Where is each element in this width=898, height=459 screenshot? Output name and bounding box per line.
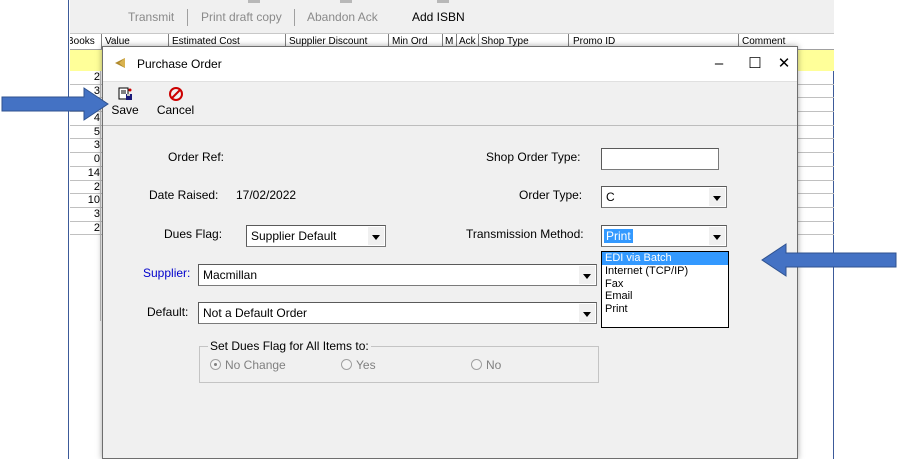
dues-flag-groupbox: Set Dues Flag for All Items to: No Chang…	[199, 339, 599, 383]
dialog-toolbar: Save Cancel	[103, 81, 797, 126]
toolbar-icon-fragment	[437, 0, 449, 3]
dialog-titlebar[interactable]: Purchase Order – ☐ ✕	[103, 47, 797, 81]
save-label: Save	[111, 103, 139, 117]
radio-no[interactable]: No	[471, 358, 501, 372]
dues-flag-value: Supplier Default	[251, 229, 337, 243]
radio-yes[interactable]: Yes	[341, 358, 376, 372]
toolbar-separator	[294, 9, 295, 26]
add-isbn-button[interactable]: Add ISBN	[412, 10, 465, 24]
supplier-label[interactable]: Supplier:	[143, 266, 190, 280]
cancel-button[interactable]: Cancel	[148, 86, 203, 124]
dropdown-option-edi-via-batch[interactable]: EDI via Batch	[602, 252, 728, 265]
column-header-books[interactable]: Books	[70, 36, 95, 47]
dues-flag-select[interactable]: Supplier Default	[246, 225, 386, 247]
dues-flag-label: Dues Flag:	[164, 227, 223, 241]
dropdown-option-print[interactable]: Print	[602, 303, 728, 316]
close-button[interactable]: ✕	[769, 51, 799, 77]
abandon-ack-button[interactable]: Abandon Ack	[307, 10, 378, 24]
save-icon	[118, 87, 132, 100]
cancel-icon	[168, 87, 183, 101]
default-value: Not a Default Order	[203, 306, 308, 320]
chevron-down-icon[interactable]	[709, 188, 725, 206]
default-select[interactable]: Not a Default Order	[198, 302, 597, 324]
transmission-method-label: Transmission Method:	[466, 227, 584, 241]
dialog-title: Purchase Order	[137, 57, 222, 71]
transmission-method-value: Print	[604, 229, 633, 243]
back-arrow-icon	[115, 58, 125, 68]
chevron-down-icon[interactable]	[579, 266, 595, 284]
books-cell: 14	[87, 166, 100, 179]
default-label: Default:	[147, 305, 189, 319]
shop-order-type-label: Shop Order Type:	[486, 150, 581, 164]
chevron-down-icon[interactable]	[579, 304, 595, 322]
order-type-select[interactable]: C	[601, 186, 727, 208]
radio-label: No	[486, 358, 502, 372]
dropdown-option-fax[interactable]: Fax	[602, 278, 728, 291]
shop-order-type-input[interactable]	[601, 148, 719, 170]
transmission-method-dropdown: EDI via Batch Internet (TCP/IP) Fax Emai…	[601, 251, 729, 328]
date-raised-label: Date Raised:	[149, 188, 219, 202]
toolbar-separator	[187, 9, 188, 26]
annotation-arrow-left-icon	[761, 243, 897, 277]
save-button[interactable]: Save	[106, 86, 144, 124]
toolbar-icon-fragment	[340, 0, 352, 3]
supplier-select[interactable]: Macmillan	[198, 264, 597, 286]
print-draft-copy-button[interactable]: Print draft copy	[201, 10, 282, 24]
radio-icon	[471, 359, 482, 370]
groupbox-legend: Set Dues Flag for All Items to:	[208, 339, 371, 353]
radio-no-change[interactable]: No Change	[210, 358, 286, 372]
annotation-arrow-right-icon	[1, 87, 109, 121]
dropdown-option-email[interactable]: Email	[602, 290, 728, 303]
order-type-label: Order Type:	[519, 188, 583, 202]
toolbar-icon-fragment	[248, 0, 260, 3]
chevron-down-icon[interactable]	[709, 227, 725, 245]
dropdown-option-internet[interactable]: Internet (TCP/IP)	[602, 265, 728, 278]
radio-selected-icon	[210, 359, 221, 370]
supplier-value: Macmillan	[203, 268, 258, 282]
background-toolbar: Transmit Print draft copy Abandon Ack Ad…	[70, 0, 834, 34]
transmit-button[interactable]: Transmit	[128, 10, 174, 24]
order-type-value: C	[606, 190, 615, 204]
chevron-down-icon[interactable]	[368, 227, 384, 245]
radio-label: No Change	[225, 358, 286, 372]
books-cell: 10	[87, 194, 100, 207]
cancel-label: Cancel	[156, 103, 195, 117]
radio-icon	[341, 359, 352, 370]
transmission-method-select[interactable]: Print	[601, 225, 727, 247]
radio-label: Yes	[356, 358, 376, 372]
date-raised-value: 17/02/2022	[236, 188, 297, 202]
order-ref-label: Order Ref:	[168, 150, 225, 164]
